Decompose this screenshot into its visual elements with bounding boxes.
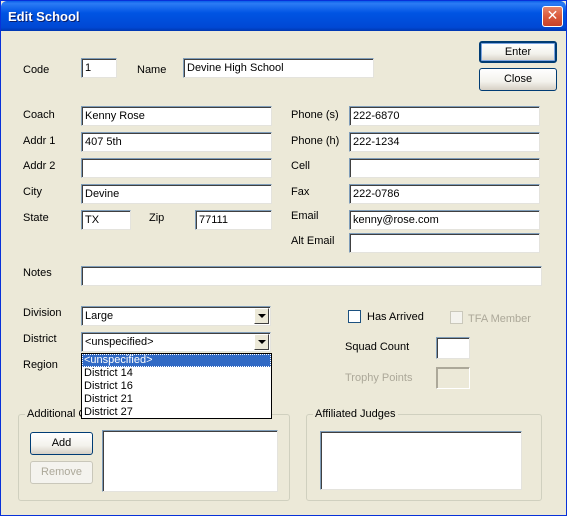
coach-field[interactable]: Kenny Rose bbox=[81, 106, 272, 126]
dropdown-option[interactable]: District 14 bbox=[82, 367, 271, 380]
title-bar[interactable]: Edit School ✕ bbox=[1, 1, 566, 31]
state-field[interactable]: TX bbox=[81, 210, 131, 230]
chevron-down-icon[interactable] bbox=[254, 334, 269, 350]
affiliated-judges-list[interactable] bbox=[320, 431, 522, 490]
additional-group-title: Additional C bbox=[25, 408, 89, 420]
close-button[interactable]: Close bbox=[479, 68, 557, 91]
notes-field[interactable] bbox=[81, 266, 542, 286]
city-label: City bbox=[23, 186, 42, 198]
tfa-member-label: TFA Member bbox=[468, 313, 531, 325]
division-label: Division bbox=[23, 307, 62, 319]
alt-email-field[interactable] bbox=[349, 233, 540, 253]
dropdown-option[interactable]: District 16 bbox=[82, 380, 271, 393]
division-select[interactable]: Large bbox=[81, 306, 271, 326]
fax-label: Fax bbox=[291, 186, 310, 198]
city-field[interactable]: Devine bbox=[81, 184, 272, 204]
district-value: <unspecified> bbox=[85, 336, 154, 348]
notes-label: Notes bbox=[23, 267, 52, 279]
cell-field[interactable] bbox=[349, 158, 540, 178]
has-arrived-label: Has Arrived bbox=[367, 311, 424, 323]
squad-count-label: Squad Count bbox=[345, 341, 410, 353]
code-label: Code bbox=[23, 64, 50, 76]
alt-email-label: Alt Email bbox=[291, 235, 335, 247]
remove-button[interactable]: Remove bbox=[30, 461, 93, 484]
addr2-label: Addr 2 bbox=[23, 160, 56, 172]
edit-school-dialog: Edit School ✕ Code 1 Name Devine High Sc… bbox=[0, 0, 567, 516]
region-label: Region bbox=[23, 359, 58, 371]
enter-button[interactable]: Enter bbox=[479, 41, 557, 63]
addr2-field[interactable] bbox=[81, 158, 272, 178]
affiliated-judges-title: Affiliated Judges bbox=[313, 408, 398, 420]
phone-s-label: Phone (s) bbox=[291, 109, 339, 121]
district-select[interactable]: <unspecified> bbox=[81, 332, 271, 352]
name-field[interactable]: Devine High School bbox=[183, 58, 374, 78]
district-label: District bbox=[23, 333, 57, 345]
code-field[interactable]: 1 bbox=[81, 58, 117, 78]
additional-list[interactable] bbox=[102, 430, 278, 492]
state-label: State bbox=[23, 212, 49, 224]
squad-count-field[interactable] bbox=[436, 337, 470, 359]
phone-s-field[interactable]: 222-6870 bbox=[349, 106, 540, 126]
name-label: Name bbox=[137, 64, 167, 76]
window-title: Edit School bbox=[8, 9, 80, 24]
email-field[interactable]: kenny@rose.com bbox=[349, 210, 540, 230]
trophy-points-field[interactable] bbox=[436, 367, 470, 389]
close-icon[interactable]: ✕ bbox=[542, 6, 563, 27]
dropdown-option[interactable]: District 27 bbox=[82, 406, 271, 419]
phone-h-field[interactable]: 222-1234 bbox=[349, 132, 540, 152]
zip-field[interactable]: 77111 bbox=[195, 210, 272, 230]
trophy-points-label: Trophy Points bbox=[345, 372, 413, 384]
chevron-down-icon[interactable] bbox=[254, 308, 269, 324]
tfa-member-checkbox[interactable] bbox=[450, 311, 463, 324]
addr1-field[interactable]: 407 5th bbox=[81, 132, 272, 152]
has-arrived-checkbox[interactable] bbox=[348, 310, 361, 323]
coach-label: Coach bbox=[23, 109, 55, 121]
dropdown-option[interactable]: <unspecified> bbox=[82, 354, 271, 367]
phone-h-label: Phone (h) bbox=[291, 135, 340, 147]
email-label: Email bbox=[291, 210, 319, 222]
add-button[interactable]: Add bbox=[30, 432, 93, 455]
zip-label: Zip bbox=[149, 212, 165, 224]
dropdown-option[interactable]: District 21 bbox=[82, 393, 271, 406]
division-value: Large bbox=[85, 310, 114, 322]
cell-label: Cell bbox=[291, 160, 310, 172]
fax-field[interactable]: 222-0786 bbox=[349, 184, 540, 204]
addr1-label: Addr 1 bbox=[23, 135, 56, 147]
district-dropdown-list[interactable]: <unspecified> District 14 District 16 Di… bbox=[81, 353, 272, 419]
